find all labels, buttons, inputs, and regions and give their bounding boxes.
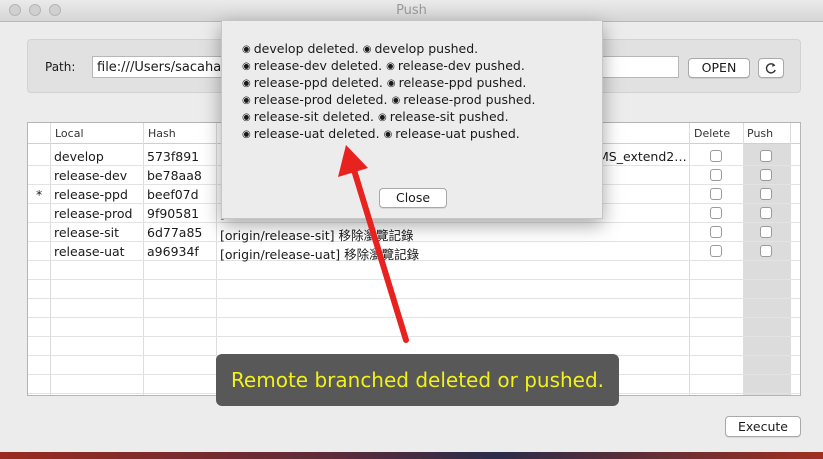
desktop-strip <box>0 452 823 459</box>
annotation-banner: Remote branched deleted or pushed. <box>216 354 619 406</box>
annotation-text: Remote branched deleted or pushed. <box>230 368 605 392</box>
